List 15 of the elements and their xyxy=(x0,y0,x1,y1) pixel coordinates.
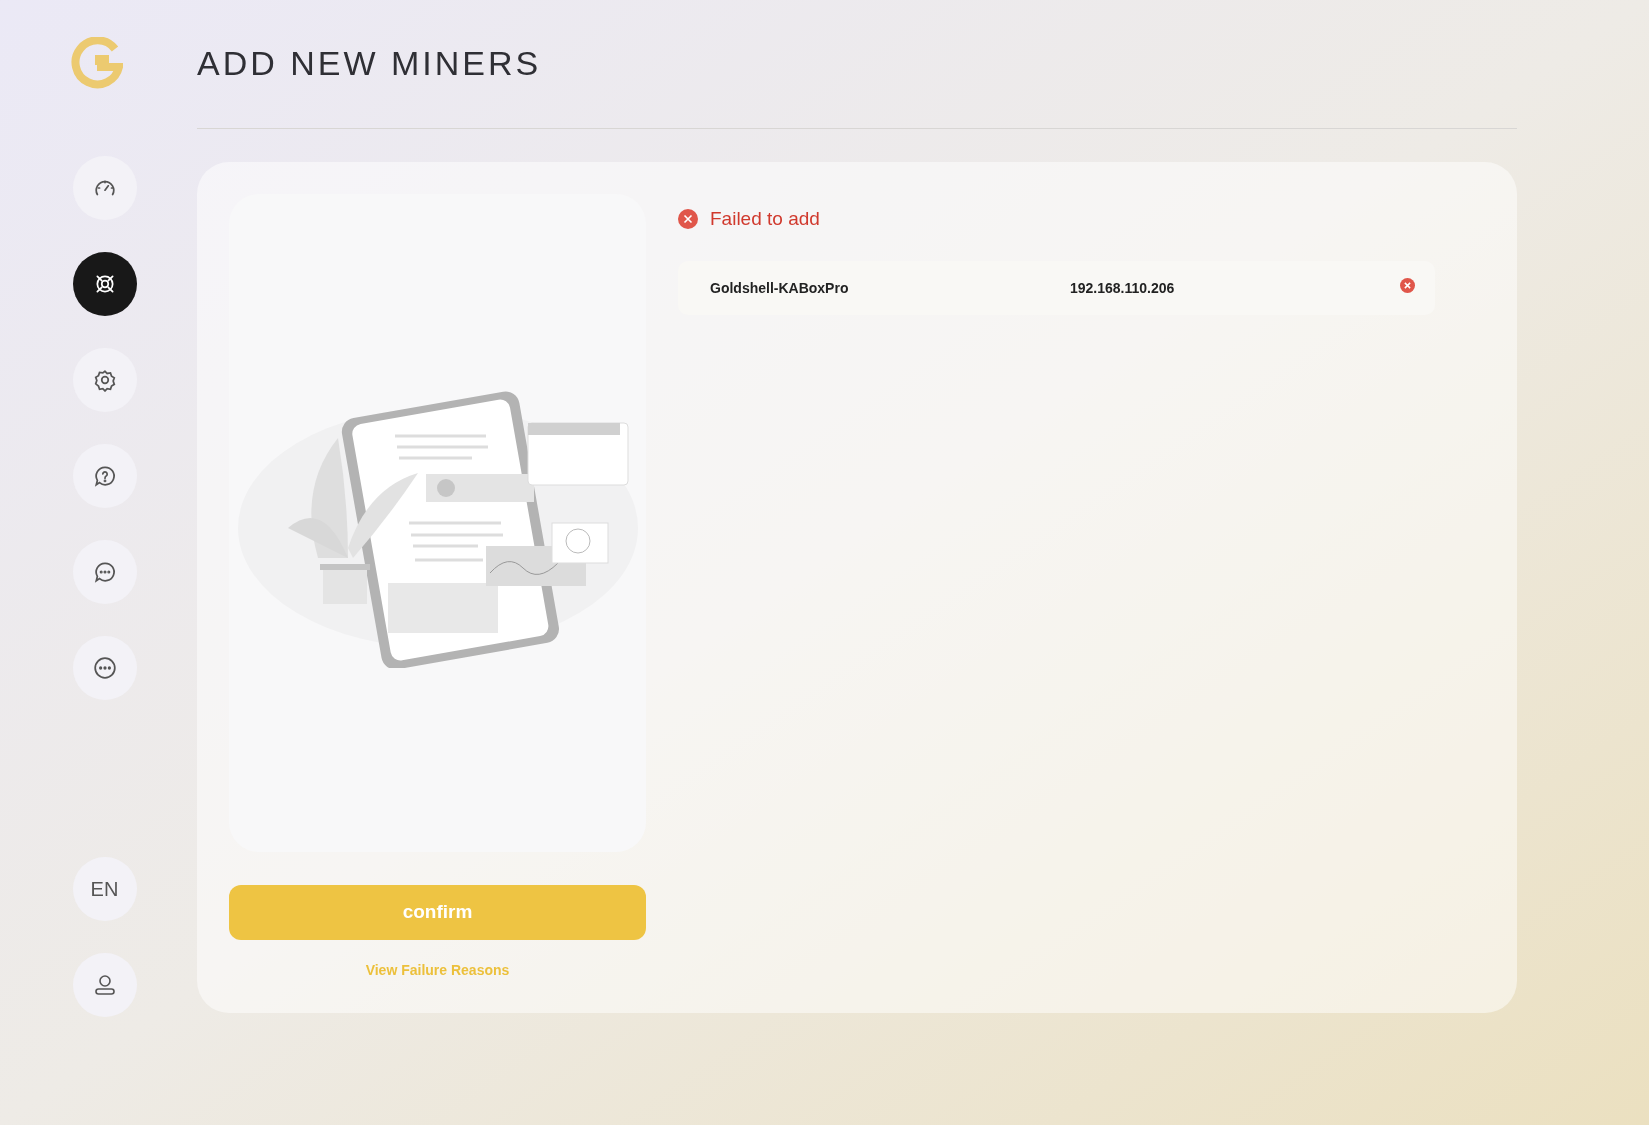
miner-ip: 192.168.110.206 xyxy=(1070,278,1176,298)
view-failure-reasons-link[interactable]: View Failure Reasons xyxy=(365,960,510,981)
page-title: ADD NEW MINERS xyxy=(197,0,1517,129)
user-icon xyxy=(93,974,116,996)
logo-icon xyxy=(70,37,123,89)
more-icon xyxy=(92,656,117,680)
miner-name: Goldshell-KABoxPro xyxy=(710,278,850,298)
language-button[interactable]: EN xyxy=(72,857,137,921)
status-message: Failed to add xyxy=(710,206,820,231)
settings-icon xyxy=(92,368,117,392)
help-icon xyxy=(92,464,117,488)
error-icon xyxy=(678,209,698,229)
error-icon xyxy=(1400,277,1415,293)
confirm-button[interactable]: confirm xyxy=(229,885,646,940)
chat-icon xyxy=(92,560,117,584)
